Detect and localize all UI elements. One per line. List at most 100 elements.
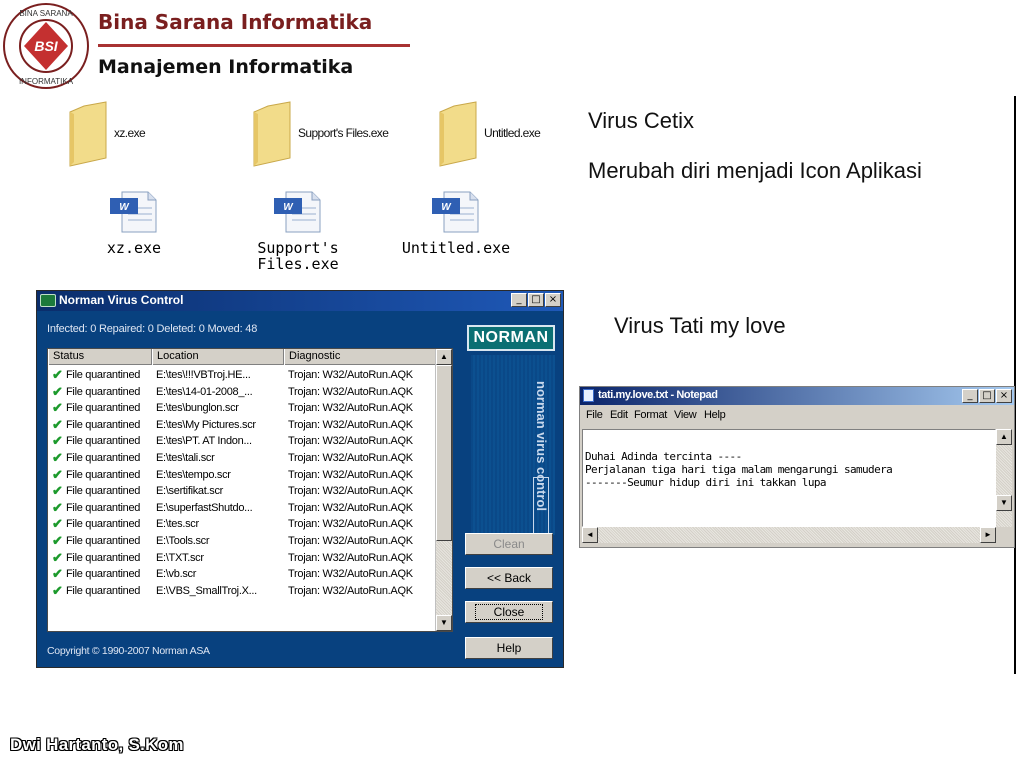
notepad-close-button[interactable]: ×	[996, 389, 1012, 403]
doc-label: xz.exe	[106, 239, 162, 257]
table-row[interactable]: ✔ File quarantined E:\tes\PT. AT Indon... T…	[48, 433, 436, 450]
menu-view[interactable]: View	[674, 409, 697, 421]
folder-icon	[69, 101, 107, 167]
svg-text:BINA SARANA: BINA SARANA	[19, 9, 73, 18]
notepad-menubar: File Edit Format View Help	[580, 407, 1014, 425]
maximize-button[interactable]: □	[528, 293, 544, 307]
column-header-diagnostic[interactable]: Diagnostic	[284, 349, 436, 365]
row-location: E:\tes\14-01-2008_...	[156, 385, 253, 398]
svg-text:INFORMATIKA: INFORMATIKA	[19, 77, 74, 86]
norman-vertical-frame	[533, 477, 549, 537]
table-row[interactable]: ✔ File quarantined E:\sertifikat.scr Trojan…	[48, 483, 436, 500]
scroll-thumb[interactable]	[436, 365, 452, 541]
table-row[interactable]: ✔ File quarantined E:\TXT.scr Trojan: W32/A…	[48, 550, 436, 567]
clean-button[interactable]: Clean	[465, 533, 553, 555]
folder-icon	[253, 101, 291, 167]
row-diagnostic: Trojan: W32/AutoRun.AQK	[288, 468, 413, 481]
list-scrollbar[interactable]: ▲ ▼	[435, 349, 452, 631]
table-row[interactable]: ✔ File quarantined E:\superfastShutdo... Tr…	[48, 500, 436, 517]
svg-text:W: W	[283, 202, 294, 213]
notepad-text-area[interactable]: Duhai Adinda tercinta ---- Perjalanan ti…	[582, 429, 996, 527]
row-location: E:\tes.scr	[156, 518, 199, 531]
virus-cetix-description: Merubah diri menjadi Icon Aplikasi	[588, 158, 922, 183]
checkmark-icon: ✔	[52, 367, 63, 382]
table-row[interactable]: ✔ File quarantined E:\Tools.scr Trojan: W32…	[48, 533, 436, 550]
table-row[interactable]: ✔ File quarantined E:\VBS_SmallTroj.X... Tr…	[48, 583, 436, 600]
checkmark-icon: ✔	[52, 516, 63, 532]
row-diagnostic: Trojan: W32/AutoRun.AQK	[288, 402, 413, 415]
org-subtitle: Manajemen Informatika	[98, 56, 354, 78]
notepad-horizontal-scrollbar[interactable]: ◄ ►	[582, 527, 996, 543]
checkmark-icon: ✔	[52, 466, 63, 482]
scroll-down-arrow-icon[interactable]: ▼	[436, 615, 452, 631]
norman-titlebar[interactable]: Norman Virus Control _ □ ×	[37, 291, 563, 311]
table-row[interactable]: ✔ File quarantined E:\tes\14-01-2008_... Tr…	[48, 384, 436, 401]
vertical-divider	[1014, 96, 1016, 674]
doc-item-support[interactable]: W Support's Files.exe	[228, 188, 368, 272]
row-status: File quarantined	[66, 551, 141, 564]
scroll-left-arrow-icon[interactable]: ◄	[582, 527, 598, 543]
row-location: E:\sertifikat.scr	[156, 485, 224, 498]
row-status: File quarantined	[66, 402, 141, 415]
notepad-minimize-button[interactable]: _	[962, 389, 978, 403]
notepad-titlebar[interactable]: tati.my.love.txt - Notepad _ □ ×	[580, 387, 1014, 405]
menu-format[interactable]: Format	[634, 409, 667, 421]
menu-help[interactable]: Help	[704, 409, 726, 421]
row-status: File quarantined	[66, 385, 141, 398]
row-status: File quarantined	[66, 468, 141, 481]
column-header-status[interactable]: Status	[48, 349, 152, 365]
checkmark-icon: ✔	[52, 433, 63, 449]
row-status: File quarantined	[66, 501, 141, 514]
checkmark-icon: ✔	[52, 483, 63, 499]
notepad-maximize-button[interactable]: □	[979, 389, 995, 403]
notepad-vertical-scrollbar[interactable]: ▲ ▼	[996, 429, 1012, 527]
table-row[interactable]: ✔ File quarantined E:\tes\tali.scr Trojan: …	[48, 450, 436, 467]
word-doc-icon: W	[432, 191, 479, 233]
scroll-up-arrow-icon[interactable]: ▲	[996, 429, 1012, 445]
menu-file[interactable]: File	[586, 409, 603, 421]
table-row[interactable]: ✔ File quarantined E:\tes\My Pictures.scr T…	[48, 417, 436, 434]
doc-item-untitled[interactable]: W Untitled.exe	[386, 188, 526, 256]
close-window-button[interactable]: ×	[545, 293, 561, 307]
back-button[interactable]: << Back	[465, 567, 553, 589]
row-diagnostic: Trojan: W32/AutoRun.AQK	[288, 451, 413, 464]
word-doc-icon: W	[110, 191, 157, 233]
column-header-location[interactable]: Location	[152, 349, 284, 365]
checkmark-icon: ✔	[52, 532, 63, 548]
scan-stats: Infected: 0 Repaired: 0 Deleted: 0 Moved…	[47, 323, 258, 335]
checkmark-icon: ✔	[52, 549, 63, 565]
table-row[interactable]: ✔ File quarantined E:\tes\tempo.scr Trojan:…	[48, 467, 436, 484]
row-status: File quarantined	[66, 485, 141, 498]
close-button-label: Close	[474, 604, 544, 620]
checkmark-icon: ✔	[52, 416, 63, 432]
row-location: E:\vb.scr	[156, 568, 197, 581]
scroll-right-arrow-icon[interactable]: ►	[980, 527, 996, 543]
scroll-down-arrow-icon[interactable]: ▼	[996, 495, 1012, 511]
row-diagnostic: Trojan: W32/AutoRun.AQK	[288, 568, 413, 581]
table-row[interactable]: ✔ File quarantined E:\tes\bunglon.scr Troja…	[48, 400, 436, 417]
bsi-logo: BSI BINA SARANA INFORMATIKA	[2, 2, 90, 90]
row-diagnostic: Trojan: W32/AutoRun.AQK	[288, 369, 413, 381]
row-diagnostic: Trojan: W32/AutoRun.AQK	[288, 485, 413, 498]
menu-edit[interactable]: Edit	[610, 409, 628, 421]
svg-text:W: W	[119, 202, 130, 213]
folder-label: Untitled.exe	[484, 126, 541, 140]
doc-item-xz[interactable]: W xz.exe	[64, 188, 204, 256]
list-header: Status Location Diagnostic	[48, 349, 436, 365]
help-button[interactable]: Help	[465, 637, 553, 659]
row-location: E:\Tools.scr	[156, 534, 210, 547]
folder-label: xz.exe	[114, 126, 146, 140]
table-row[interactable]: ✔ File quarantined E:\tes\!!!VBTroj.HE... T…	[48, 367, 436, 384]
close-button[interactable]: Close	[465, 601, 553, 623]
quarantine-list[interactable]: Status Location Diagnostic ✔ File quarant…	[47, 348, 453, 632]
table-row[interactable]: ✔ File quarantined E:\tes.scr Trojan: W32/A…	[48, 516, 436, 533]
row-location: E:\tes\tempo.scr	[156, 468, 231, 481]
minimize-button[interactable]: _	[511, 293, 527, 307]
org-name: Bina Sarana Informatika	[98, 10, 373, 34]
row-diagnostic: Trojan: W32/AutoRun.AQK	[288, 418, 413, 431]
table-row[interactable]: ✔ File quarantined E:\vb.scr Trojan: W32/Au…	[48, 566, 436, 583]
folder-icon	[439, 101, 477, 167]
scroll-up-arrow-icon[interactable]: ▲	[436, 349, 452, 365]
row-status: File quarantined	[66, 584, 141, 597]
row-status: File quarantined	[66, 568, 141, 581]
